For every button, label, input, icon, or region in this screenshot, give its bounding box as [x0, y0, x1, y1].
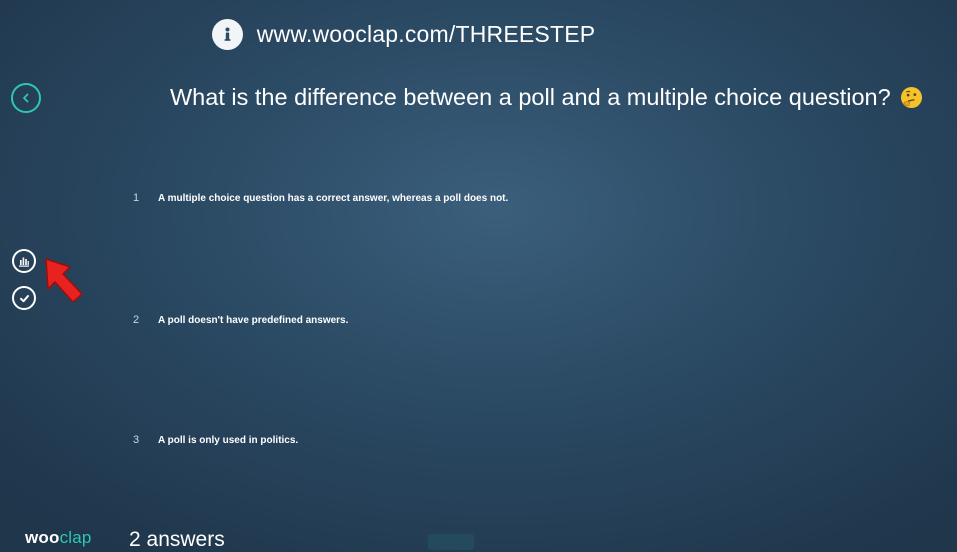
answer-option-3: 3 A poll is only used in politics.: [133, 434, 298, 446]
question-title: What is the difference between a poll an…: [170, 84, 957, 111]
bar-chart-icon: [19, 257, 29, 267]
logo-part-woo: woo: [25, 528, 60, 547]
chevron-left-icon: [23, 93, 29, 103]
thinking-face-emoji-icon: [900, 86, 922, 109]
faded-control-pill: [428, 534, 475, 550]
faded-control: [573, 537, 583, 547]
results-button[interactable]: [12, 249, 36, 273]
option-number: 1: [133, 192, 140, 204]
info-icon: [211, 18, 243, 50]
faded-control: [492, 537, 517, 547]
logo-part-clap: clap: [59, 528, 92, 547]
show-correct-answer-button[interactable]: [12, 286, 36, 310]
option-text: A poll doesn't have predefined answers.: [158, 314, 349, 326]
faded-control: [535, 537, 555, 547]
answers-count: 2 answers: [129, 528, 225, 551]
url-banner: www.wooclap.com/THREESTEP: [0, 14, 957, 54]
answer-option-2: 2 A poll doesn't have predefined answers…: [133, 314, 348, 326]
presentation-controls: [428, 534, 583, 550]
wooclap-logo: wooclap: [25, 528, 92, 548]
back-button[interactable]: [11, 83, 41, 113]
option-text: A multiple choice question has a correct…: [158, 192, 509, 204]
option-number: 2: [133, 314, 140, 326]
question-text: What is the difference between a poll an…: [170, 84, 891, 110]
red-arrow-icon: [45, 258, 83, 303]
answer-option-1: 1 A multiple choice question has a corre…: [133, 192, 508, 204]
option-number: 3: [133, 434, 140, 446]
checkmark-icon: [19, 294, 29, 302]
session-url: www.wooclap.com/THREESTEP: [256, 20, 596, 47]
option-text: A poll is only used in politics.: [158, 434, 299, 446]
